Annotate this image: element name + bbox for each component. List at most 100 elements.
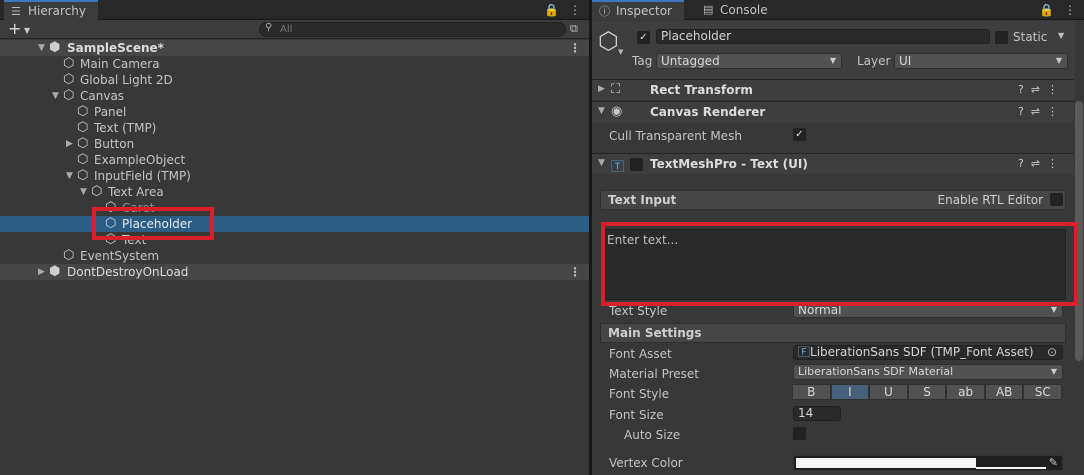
tab-inspector[interactable]: ⓘ Inspector xyxy=(592,0,684,20)
kebab-menu-icon[interactable]: ⋮ xyxy=(569,264,581,280)
expand-arrow-icon[interactable]: ▼ xyxy=(80,184,90,200)
layer-dropdown[interactable]: UI ▼ xyxy=(894,53,1068,69)
static-checkbox[interactable] xyxy=(995,31,1008,44)
inspector-scrollbar[interactable] xyxy=(1074,21,1084,475)
tree-row-text-tmp[interactable]: ⬡ Text (TMP) xyxy=(0,120,589,136)
search-input[interactable] xyxy=(280,23,550,36)
eye-icon: ◉ xyxy=(611,104,623,119)
kebab-menu-icon[interactable]: ⋮ xyxy=(1047,83,1058,96)
tree-row-placeholder[interactable]: ⬡ Placeholder xyxy=(0,216,589,232)
help-icon[interactable]: ? xyxy=(1018,83,1024,96)
expand-arrow-icon[interactable]: ▼ xyxy=(38,40,48,56)
scene-visibility-icon[interactable]: ⧉ xyxy=(570,22,578,36)
gameobject-cube-icon: ⬡ xyxy=(77,104,89,119)
font-asset-field[interactable]: 🄵LiberationSans SDF (TMP_Font Asset) ⊙ xyxy=(793,345,1063,360)
font-style-smallcaps-button[interactable]: SC xyxy=(1023,384,1063,400)
chevron-down-icon[interactable]: ▼ xyxy=(1058,31,1064,40)
font-style-bold-button[interactable]: B xyxy=(792,384,831,400)
tree-row-global-light[interactable]: ⬡ Global Light 2D xyxy=(0,72,589,88)
gameobject-cube-icon: ⬡ xyxy=(105,216,117,231)
help-icon[interactable]: ? xyxy=(1018,157,1024,170)
tree-row-samplescene[interactable]: ▼ ⬢ SampleScene* ⋮ xyxy=(0,40,589,56)
expand-arrow-icon[interactable]: ▼ xyxy=(598,158,605,168)
kebab-menu-icon[interactable]: ⋮ xyxy=(569,40,581,56)
eyedropper-icon[interactable]: ✎ xyxy=(1049,456,1058,470)
collapse-arrow-icon[interactable]: ▶ xyxy=(598,84,605,94)
auto-size-checkbox[interactable] xyxy=(793,427,806,440)
unity-scene-icon: ⬢ xyxy=(49,264,61,279)
tree-row-text[interactable]: ⬡ Text xyxy=(0,232,589,248)
cull-transparent-mesh-checkbox[interactable]: ✓ xyxy=(793,128,806,141)
expand-arrow-icon[interactable]: ▼ xyxy=(52,88,62,104)
console-icon: ▤ xyxy=(703,3,714,16)
hierarchy-tab-icons: 🔒 ⋮ xyxy=(534,2,581,18)
tree-row-caret[interactable]: ⬡ Caret xyxy=(0,200,589,216)
presets-icon[interactable]: ⇌ xyxy=(1031,157,1040,170)
lock-icon[interactable]: 🔒 xyxy=(1039,3,1054,17)
expand-arrow-icon[interactable]: ▼ xyxy=(66,168,76,184)
inspector-panel: ⓘ Inspector ▤ Console 🔒 ⋮ ⬡ ▼ ✓ Placehold… xyxy=(592,0,1084,475)
tree-row-inputfield[interactable]: ▼ ⬡ InputField (TMP) xyxy=(0,168,589,184)
gameobject-header: ⬡ ▼ ✓ Placeholder Static ▼ Tag Untagged … xyxy=(592,21,1084,80)
chevron-down-icon: ▼ xyxy=(1050,367,1057,376)
active-checkbox[interactable]: ✓ xyxy=(637,31,650,44)
hierarchy-tabbar: ☰ Hierarchy 🔒 ⋮ xyxy=(0,0,589,20)
add-button[interactable]: + xyxy=(8,20,21,38)
kebab-menu-icon[interactable]: ⋮ xyxy=(1047,105,1058,118)
kebab-menu-icon[interactable]: ⋮ xyxy=(1047,157,1058,170)
object-picker-icon[interactable]: ⊙ xyxy=(1047,346,1057,359)
tag-dropdown[interactable]: Untagged ▼ xyxy=(656,53,842,69)
font-style-lowercase-button[interactable]: ab xyxy=(946,384,985,400)
tree-label: Text xyxy=(122,233,147,247)
tree-row-panel[interactable]: ⬡ Panel xyxy=(0,104,589,120)
gameobject-cube-icon: ⬡ xyxy=(63,248,75,263)
component-rect-transform[interactable]: ▶ ⛶ Rect Transform ? ⇌ ⋮ xyxy=(592,79,1084,100)
search-box[interactable]: ⚲ xyxy=(259,22,566,37)
object-name-field[interactable]: Placeholder xyxy=(656,29,990,44)
scrollbar-thumb[interactable] xyxy=(1075,101,1083,361)
tab-console[interactable]: ▤ Console xyxy=(696,0,776,20)
collapse-arrow-icon[interactable]: ▶ xyxy=(38,264,48,280)
static-label: Static xyxy=(1013,30,1048,44)
chevron-down-icon[interactable]: ▼ xyxy=(618,48,623,56)
collapse-arrow-icon[interactable]: ▶ xyxy=(66,136,76,152)
text-input-area[interactable]: Enter text... xyxy=(602,229,1066,300)
expand-arrow-icon[interactable]: ▼ xyxy=(598,106,605,116)
tab-hierarchy[interactable]: ☰ Hierarchy xyxy=(4,0,98,20)
inspector-tabbar: ⓘ Inspector ▤ Console 🔒 ⋮ xyxy=(592,0,1084,20)
kebab-menu-icon[interactable]: ⋮ xyxy=(1064,3,1076,17)
tree-row-main-camera[interactable]: ⬡ Main Camera xyxy=(0,56,589,72)
tree-row-canvas[interactable]: ▼ ⬡ Canvas xyxy=(0,88,589,104)
tree-row-eventsystem[interactable]: ⬡ EventSystem xyxy=(0,248,589,264)
presets-icon[interactable]: ⇌ xyxy=(1031,105,1040,118)
tree-row-button[interactable]: ▶ ⬡ Button xyxy=(0,136,589,152)
tree-row-exampleobject[interactable]: ⬡ ExampleObject xyxy=(0,152,589,168)
gameobject-cube-icon: ⬡ xyxy=(63,56,75,71)
component-enabled-checkbox[interactable] xyxy=(630,158,643,171)
tree-row-dontdestroyonload[interactable]: ▶ ⬢ DontDestroyOnLoad ⋮ xyxy=(0,264,589,280)
material-preset-dropdown[interactable]: LiberationSans SDF Material ▼ xyxy=(793,364,1063,380)
font-style-italic-button[interactable]: I xyxy=(830,384,870,400)
kebab-menu-icon[interactable]: ⋮ xyxy=(569,3,581,17)
lock-icon[interactable]: 🔒 xyxy=(544,3,559,17)
tree-row-text-area[interactable]: ▼ ⬡ Text Area xyxy=(0,184,589,200)
tree-label: Panel xyxy=(94,105,127,119)
list-icon: ☰ xyxy=(11,5,21,18)
gameobject-cube-icon: ⬡ xyxy=(77,136,89,151)
presets-icon[interactable]: ⇌ xyxy=(1031,83,1040,96)
vertex-color-field[interactable]: ✎ xyxy=(793,455,1063,471)
auto-size-label: Auto Size xyxy=(624,428,681,442)
tree-label: Placeholder xyxy=(122,217,193,231)
main-settings-header: Main Settings xyxy=(600,323,1066,343)
component-canvas-renderer[interactable]: ▼ ◉ Canvas Renderer ? ⇌ ⋮ xyxy=(592,101,1084,122)
gameobject-cube-icon[interactable]: ⬡ xyxy=(598,27,619,55)
chevron-down-icon[interactable]: ▼ xyxy=(24,26,30,35)
text-style-dropdown[interactable]: Normal ▼ xyxy=(793,302,1063,318)
help-icon[interactable]: ? xyxy=(1018,105,1024,118)
font-style-strikethrough-button[interactable]: S xyxy=(907,384,947,400)
enable-rtl-editor-checkbox[interactable] xyxy=(1050,193,1063,206)
font-size-field[interactable]: 14 xyxy=(793,406,841,421)
component-textmeshpro[interactable]: ▼ 🅃 TextMeshPro - Text (UI) ? ⇌ ⋮ xyxy=(592,153,1084,175)
font-style-uppercase-button[interactable]: AB xyxy=(984,384,1024,400)
font-style-underline-button[interactable]: U xyxy=(869,384,908,400)
